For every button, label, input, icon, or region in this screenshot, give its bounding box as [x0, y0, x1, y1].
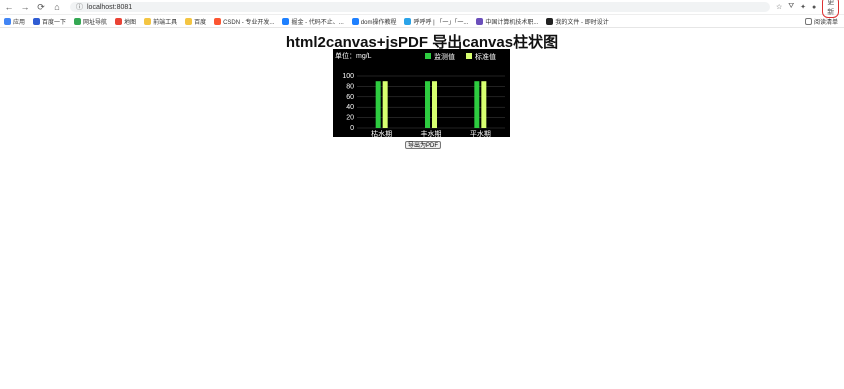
bookmark-nav[interactable]: 网址导航 — [74, 17, 107, 26]
legend-label: 标准值 — [475, 52, 496, 61]
reading-list[interactable]: 阅读清单 — [804, 17, 838, 26]
bar — [474, 81, 480, 128]
bookmark-label: 中国计算机技术职... — [485, 19, 539, 26]
y-tick-label: 100 — [342, 73, 354, 80]
browser-toolbar: ← → ⟳ ⌂ ⓘ localhost:8081 ☆ ⛛ ✦ ● 更新 ⋮ — [0, 0, 844, 18]
bookmark-map[interactable]: 地图 — [115, 17, 136, 26]
dom-icon — [351, 17, 359, 25]
info-icon[interactable]: ⓘ — [76, 2, 83, 12]
bar — [375, 81, 381, 128]
juejin-icon — [282, 17, 290, 25]
bookmark-baidu-search[interactable]: 百度一下 — [33, 17, 66, 26]
baidu-icon — [33, 17, 41, 25]
reload-icon[interactable]: ⟳ — [36, 2, 46, 13]
reading-list-icon — [804, 17, 812, 25]
unit-label: 单位：mg/L — [335, 51, 372, 60]
x-tick-label: 丰水期 — [421, 129, 442, 137]
extensions-icon[interactable]: ✦ — [800, 3, 806, 11]
folder-icon — [144, 17, 152, 25]
bookmark-label: 百度 — [194, 19, 207, 26]
bookmark-blog[interactable]: 呼呼呼 | 「一」「一... — [404, 17, 468, 26]
address-url: localhost:8081 — [87, 3, 133, 11]
bookmark-label: 地图 — [124, 19, 137, 26]
export-pdf-button[interactable]: 导出为PDF — [405, 141, 442, 149]
bookmark-juejin[interactable]: 掘金 - 代码不止、... — [282, 17, 344, 26]
bookmark-frontend-tools[interactable]: 前端工具 — [144, 17, 177, 26]
home-icon[interactable]: ⌂ — [52, 2, 62, 12]
bookmark-label: CSDN - 专业开发... — [223, 19, 275, 26]
bookmark-label: dom操作教程 — [360, 19, 397, 26]
apps-icon — [4, 17, 11, 25]
bookmark-csdn[interactable]: CSDN - 专业开发... — [214, 17, 274, 26]
bookmark-computer[interactable]: 中国计算机技术职... — [476, 17, 538, 26]
files-icon — [546, 17, 554, 25]
bookmark-label: 我的文件 - 即时设计 — [555, 19, 609, 26]
legend-label: 监测值 — [434, 52, 455, 61]
legend-swatch — [466, 53, 472, 59]
bar — [481, 81, 487, 128]
bar — [382, 81, 388, 128]
y-tick-label: 40 — [346, 104, 354, 111]
bookmark-baidu[interactable]: 百度 — [185, 17, 206, 26]
bookmark-files[interactable]: 我的文件 - 即时设计 — [546, 17, 609, 26]
bookmark-dom[interactable]: dom操作教程 — [351, 17, 397, 26]
update-button[interactable]: 更新 — [822, 0, 840, 18]
bar — [432, 81, 437, 128]
bookmark-label: 前端工具 — [153, 19, 178, 26]
bookmark-apps[interactable]: 应用 — [4, 17, 25, 26]
map-icon — [115, 17, 123, 25]
y-tick-label: 60 — [346, 94, 354, 101]
computer-icon — [476, 17, 484, 25]
bar — [425, 81, 430, 128]
bookmark-label: 呼呼呼 | 「一」「一... — [413, 19, 469, 26]
back-icon[interactable]: ← — [4, 2, 14, 12]
blog-icon — [404, 17, 412, 25]
star-icon[interactable]: ☆ — [776, 3, 782, 11]
y-tick-label: 80 — [346, 83, 354, 90]
csdn-icon — [214, 17, 222, 25]
legend-swatch — [425, 53, 431, 59]
bookmarks-bar: 应用 百度一下 网址导航 地图 前端工具 百度 CSDN - 专业开发... 掘… — [0, 15, 844, 28]
bookmark-label: 百度一下 — [42, 19, 67, 26]
avatar[interactable]: ● — [812, 4, 816, 11]
nav-site-icon — [74, 17, 82, 25]
bookmark-label: 网址导航 — [83, 19, 108, 26]
bar-chart: 单位：mg/L 监测值 标准值 0 20 40 60 80 100 枯水期 丰水期 平水期 — [333, 49, 510, 137]
toolbar-right: ☆ ⛛ ✦ ● 更新 ⋮ — [776, 0, 844, 18]
x-tick-label: 枯水期 — [371, 129, 392, 137]
reading-list-label: 阅读清单 — [813, 19, 838, 26]
bookmark-label: 掘金 - 代码不止、... — [291, 19, 344, 26]
forward-icon[interactable]: → — [20, 2, 30, 12]
nav-buttons: ← → ⟳ ⌂ — [0, 2, 62, 13]
x-tick-label: 平水期 — [470, 129, 491, 137]
y-tick-label: 0 — [350, 125, 354, 132]
y-tick-label: 20 — [346, 115, 354, 122]
bookmark-label: 应用 — [13, 19, 26, 26]
address-bar[interactable]: ⓘ localhost:8081 — [70, 2, 770, 12]
folder-icon — [185, 17, 193, 25]
filter-icon[interactable]: ⛛ — [788, 3, 794, 11]
